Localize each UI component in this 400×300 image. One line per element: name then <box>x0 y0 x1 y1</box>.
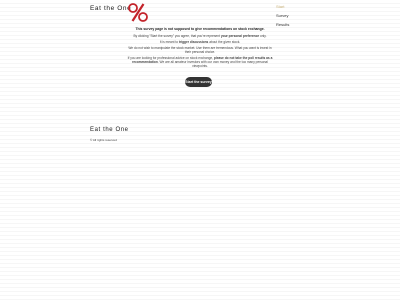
site-title[interactable]: Eat the One <box>90 5 131 12</box>
intro-text-c: only. <box>259 34 267 38</box>
start-survey-button[interactable]: Start the survey <box>185 77 212 87</box>
percent-logo-icon[interactable] <box>128 2 148 22</box>
purpose-text-b: trigger discussions <box>178 40 209 44</box>
intro-section: This survey page is not supposed to give… <box>125 27 275 70</box>
manipulation-paragraph: We do not wish to manipulate the stock m… <box>128 46 272 54</box>
intro-text-a: By clicking "Start the survey" you agree… <box>133 34 221 38</box>
intro-text-b: your personal preference <box>220 34 260 38</box>
nav-item-start[interactable]: Start <box>276 2 316 11</box>
footer-copyright: © All rights reserved <box>90 138 117 142</box>
intro-paragraph: By clicking "Start the survey" you agree… <box>125 34 275 38</box>
nav-item-results[interactable]: Results <box>276 20 316 29</box>
nav-item-survey[interactable]: Survey <box>276 11 316 20</box>
purpose-text-c: about the given stock. <box>208 40 241 44</box>
footer-site-title: Eat the One <box>90 127 129 133</box>
advice-paragraph: If you are looking for professional advi… <box>125 56 275 68</box>
purpose-paragraph: It is meant to trigger discussions about… <box>125 40 275 44</box>
main-nav: Start Survey Results <box>276 2 316 29</box>
disclaimer-notice: This survey page is not supposed to give… <box>135 27 265 31</box>
advice-text-c: . We are all amateur investors with our … <box>157 60 268 68</box>
purpose-text-a: It is meant to <box>159 40 179 44</box>
